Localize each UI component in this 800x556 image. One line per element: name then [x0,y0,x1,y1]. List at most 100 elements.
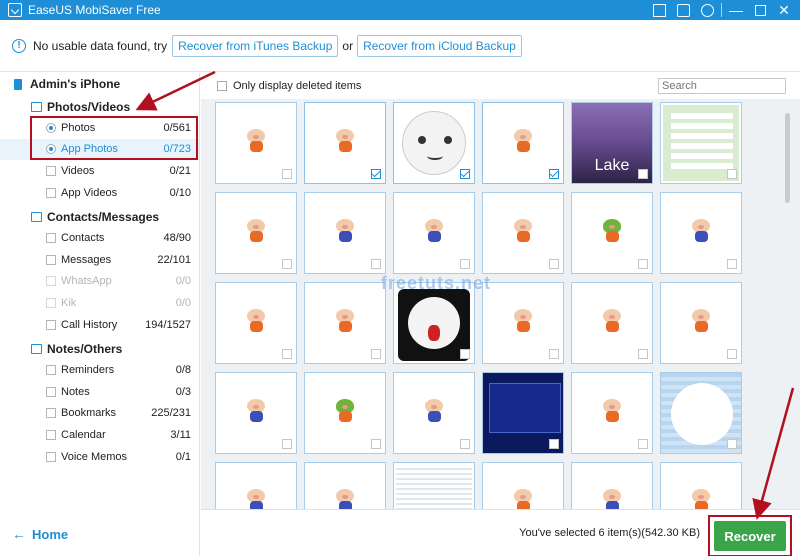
checkbox[interactable] [46,165,56,176]
group-header-photos-videos[interactable]: Photos/Videos [0,97,199,117]
sidebar-item-count: 22/101 [157,253,191,266]
maximize-icon[interactable] [748,0,772,20]
sidebar-item-call-history[interactable]: Call History 194/1527 [0,314,199,336]
thumbnail-checkbox[interactable] [727,259,737,269]
photo-thumbnail[interactable] [304,192,386,274]
checkbox[interactable] [46,451,56,462]
photo-thumbnail[interactable] [304,102,386,184]
account-icon[interactable] [671,0,695,20]
checkbox[interactable] [46,408,56,419]
thumbnail-checkbox[interactable] [460,169,470,179]
scrollbar[interactable] [785,113,790,203]
sidebar-item-label: WhatsApp [61,275,112,288]
photo-thumbnail[interactable] [571,282,653,364]
thumbnail-checkbox[interactable] [282,349,292,359]
group-header-contacts-messages[interactable]: Contacts/Messages [0,207,199,227]
recover-button[interactable]: Recover [714,521,786,551]
checkbox[interactable] [46,365,56,376]
thumbnail-checkbox[interactable] [549,349,559,359]
sidebar-item-bookmarks[interactable]: Bookmarks 225/231 [0,403,199,425]
photo-thumbnail[interactable] [304,372,386,454]
upload-icon[interactable] [647,0,671,20]
photo-thumbnail[interactable] [482,282,564,364]
thumbnail-checkbox[interactable] [460,439,470,449]
checkbox[interactable] [46,319,56,330]
sidebar-item-videos[interactable]: Videos 0/21 [0,160,199,182]
minimize-icon[interactable]: — [724,0,748,20]
photo-thumbnail[interactable] [215,192,297,274]
photo-thumbnail[interactable] [660,282,742,364]
photo-thumbnail[interactable] [660,102,742,184]
photo-thumbnail[interactable] [215,372,297,454]
photo-thumbnail[interactable] [571,372,653,454]
photo-thumbnail[interactable] [571,462,653,509]
home-link[interactable]: ← Home [12,526,68,542]
thumbnail-checkbox[interactable] [460,259,470,269]
checkbox[interactable] [46,386,56,397]
checkbox[interactable] [46,429,56,440]
photo-thumbnail[interactable] [660,372,742,454]
image-icon [31,102,42,112]
photo-thumbnail[interactable] [482,102,564,184]
photo-thumbnail[interactable] [482,192,564,274]
sidebar-item-voice-memos[interactable]: Voice Memos 0/1 [0,446,199,468]
thumbnail-checkbox[interactable] [638,439,648,449]
checkbox[interactable] [46,254,56,265]
thumbnail-checkbox[interactable] [549,439,559,449]
photo-thumbnail[interactable] [660,462,742,509]
recover-itunes-button[interactable]: Recover from iTunes Backup [172,34,339,57]
photo-thumbnail[interactable] [393,282,475,364]
thumbnail-checkbox[interactable] [371,259,381,269]
thumbnail-checkbox[interactable] [282,169,292,179]
sidebar-item-contacts[interactable]: Contacts 48/90 [0,227,199,249]
group-title: Photos/Videos [47,100,131,114]
sidebar-item-label: Reminders [61,364,115,377]
photo-thumbnail[interactable] [393,372,475,454]
photo-thumbnail[interactable] [304,462,386,509]
thumbnail-checkbox[interactable] [371,349,381,359]
sidebar-item-reminders[interactable]: Reminders 0/8 [0,359,199,381]
photo-thumbnail[interactable] [482,372,564,454]
photo-thumbnail[interactable] [215,282,297,364]
recover-icloud-button[interactable]: Recover from iCloud Backup [357,34,522,57]
thumbnail-checkbox[interactable] [727,349,737,359]
thumbnail-checkbox[interactable] [638,259,648,269]
sidebar-item-count: 0/1 [175,450,191,463]
thumbnail-checkbox[interactable] [549,259,559,269]
sticker-image [242,487,270,509]
device-item[interactable]: Admin's iPhone [0,75,199,93]
group-header-notes-others[interactable]: Notes/Others [0,339,199,359]
window-title: EaseUS MobiSaver Free [28,3,161,17]
sidebar-item-app-videos[interactable]: App Videos 0/10 [0,182,199,204]
thumbnail-checkbox[interactable] [638,169,648,179]
thumbnail-checkbox[interactable] [371,439,381,449]
thumbnail-checkbox[interactable] [727,169,737,179]
checkbox[interactable] [46,233,56,244]
thumbnail-checkbox[interactable] [549,169,559,179]
only-deleted-checkbox[interactable] [217,81,227,91]
search-input[interactable] [658,78,786,94]
photo-thumbnail[interactable] [393,102,475,184]
thumbnail-checkbox[interactable] [282,259,292,269]
photo-thumbnail[interactable] [393,462,475,509]
thumbnail-checkbox[interactable] [371,169,381,179]
photo-thumbnail[interactable] [215,462,297,509]
close-icon[interactable]: ✕ [772,0,796,20]
arrow-left-icon: ← [12,526,26,542]
photo-thumbnail[interactable] [215,102,297,184]
checkbox[interactable] [46,187,56,198]
photo-thumbnail[interactable] [660,192,742,274]
thumbnail-checkbox[interactable] [727,439,737,449]
sidebar-item-notes[interactable]: Notes 0/3 [0,381,199,403]
photo-thumbnail[interactable]: Lake [571,102,653,184]
globe-icon[interactable] [695,0,719,20]
thumbnail-checkbox[interactable] [638,349,648,359]
photo-thumbnail[interactable] [482,462,564,509]
thumbnail-checkbox[interactable] [460,349,470,359]
photo-thumbnail[interactable] [393,192,475,274]
sidebar-item-calendar[interactable]: Calendar 3/11 [0,424,199,446]
photo-thumbnail[interactable] [304,282,386,364]
sidebar-item-messages[interactable]: Messages 22/101 [0,249,199,271]
thumbnail-checkbox[interactable] [282,439,292,449]
photo-thumbnail[interactable] [571,192,653,274]
